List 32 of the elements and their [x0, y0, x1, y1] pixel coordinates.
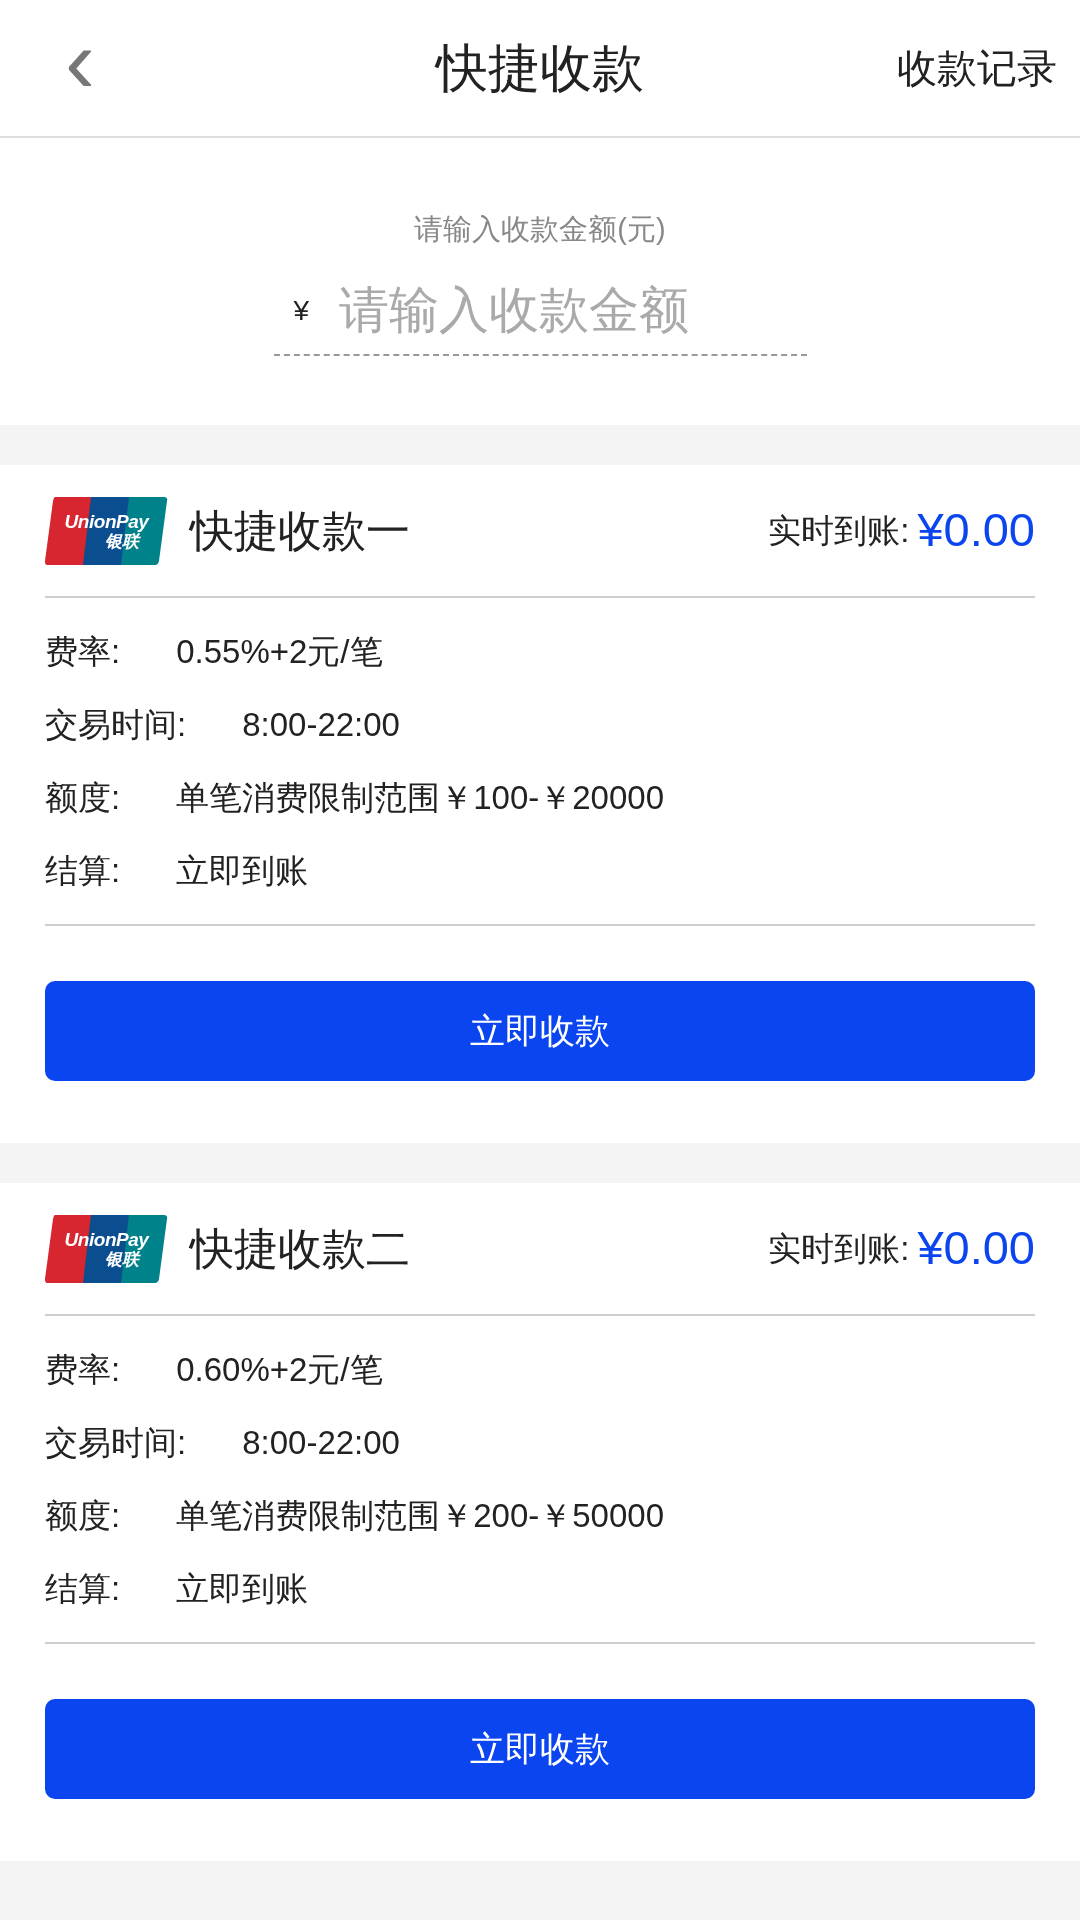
channel-name: 快捷收款一	[190, 504, 410, 557]
detail-value: 0.55%+2元/笔	[176, 631, 383, 672]
detail-label: 交易时间:	[45, 1422, 187, 1463]
arrival-label: 实时到账:	[768, 510, 910, 551]
detail-value: 单笔消费限制范围￥200-￥50000	[176, 1495, 664, 1536]
back-button[interactable]: ‹	[45, 16, 115, 106]
amount-field[interactable]: ¥ 请输入收款金额	[273, 267, 807, 356]
currency-symbol: ¥	[293, 293, 310, 328]
detail-label: 结算:	[45, 1568, 121, 1609]
detail-value: 立即到账	[176, 850, 309, 891]
arrival-amount: ¥0.00	[917, 502, 1035, 559]
records-link[interactable]: 收款记录	[897, 38, 1057, 98]
detail-value: 0.60%+2元/笔	[176, 1349, 383, 1390]
detail-label: 结算:	[45, 850, 121, 891]
detail-label: 费率:	[45, 1349, 121, 1390]
detail-value: 立即到账	[176, 1568, 309, 1609]
channel-name: 快捷收款二	[190, 1222, 410, 1275]
detail-value: 单笔消费限制范围￥100-￥20000	[176, 777, 664, 818]
detail-label: 交易时间:	[45, 704, 187, 745]
detail-label: 额度:	[45, 1495, 121, 1536]
page-title: 快捷收款	[436, 38, 644, 99]
collect-button[interactable]: 立即收款	[45, 981, 1035, 1081]
arrival-amount: ¥0.00	[917, 1220, 1035, 1277]
logo-text: 银联	[104, 532, 139, 550]
logo-text: 银联	[104, 1250, 139, 1268]
detail-value: 8:00-22:00	[242, 704, 400, 745]
detail-label: 额度:	[45, 777, 121, 818]
detail-value: 8:00-22:00	[242, 1422, 400, 1463]
detail-label: 费率:	[45, 631, 121, 672]
collect-button[interactable]: 立即收款	[45, 1699, 1035, 1799]
amount-label: 请输入收款金额(元)	[414, 212, 666, 247]
arrival-label: 实时到账:	[768, 1228, 910, 1269]
